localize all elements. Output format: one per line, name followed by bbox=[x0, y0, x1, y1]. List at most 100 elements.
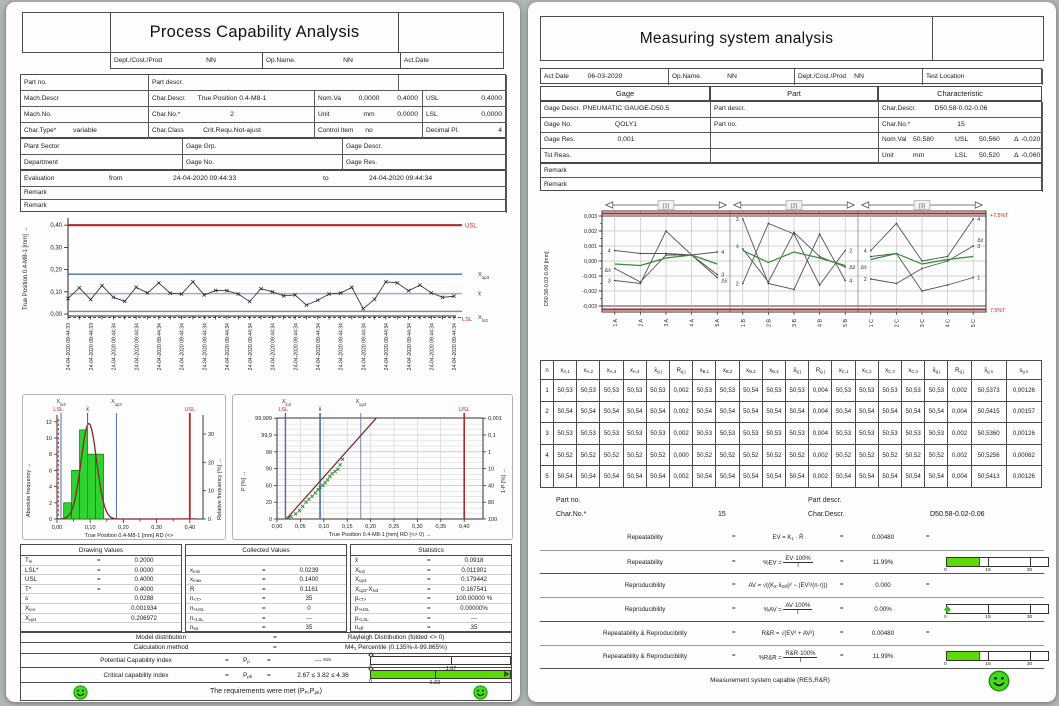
row-value: Rayleigh Distribution (folded <> 0) bbox=[291, 634, 501, 641]
calculation-method-row: Calculation method=M41 Percentile (0.135… bbox=[20, 643, 512, 654]
index-value: 2.67 ≤ 3.82 ≤ 4.36 bbox=[279, 672, 367, 679]
char-no-value: 15 bbox=[718, 511, 726, 518]
table-cell: 50,53 bbox=[832, 423, 855, 445]
capability-results-rows: Model distribution=Rayleigh Distribution… bbox=[20, 632, 512, 701]
table-cell: 50,54 bbox=[554, 466, 577, 488]
y-tick-label: 0,002 bbox=[584, 229, 597, 235]
analysis-label: Repeatability bbox=[560, 534, 730, 541]
equals-sign: = bbox=[267, 672, 271, 679]
table-cell: 50,5415 bbox=[971, 401, 1006, 423]
equals-sign: = bbox=[427, 595, 431, 602]
field-label: Unit bbox=[882, 152, 894, 159]
table-cell: 50,52 bbox=[762, 444, 785, 466]
probability-plot-frame: Xlo3Xup3LSLx̄USL02060909999,999,99910080… bbox=[232, 394, 513, 540]
data-marker bbox=[407, 289, 410, 292]
y-tick-label: 99,999 bbox=[255, 416, 272, 422]
x-tick-label: 24-04-2020 09:44:34 bbox=[134, 323, 140, 370]
table-cell: 0,002 bbox=[809, 444, 832, 466]
analysis-row: Reproducibility=AV = √((K2·x̄Diff)² − (E… bbox=[540, 573, 1044, 597]
table-row: 350,5350,5350,5350,5350,530,00250,5350,5… bbox=[541, 423, 1042, 445]
table-cell: 0,004 bbox=[809, 401, 832, 423]
field-value: PNEUMATIC GAUGE-D50.5 bbox=[541, 105, 711, 112]
field-label: Mach.No. bbox=[24, 111, 52, 118]
model-distribution-row: Model distribution=Rayleigh Distribution… bbox=[20, 632, 512, 643]
y-tick-label: 0,000 bbox=[584, 259, 597, 265]
analysis-label: Reproducibility bbox=[560, 582, 730, 589]
gage-rr-analysis-rows: Repeatability=EV = K1 · R̄=0.00480=Repea… bbox=[540, 526, 1044, 692]
table-row: 150,5350,5350,5350,5350,530,00250,5350,5… bbox=[541, 380, 1042, 402]
stat-value: 0.0918 bbox=[439, 557, 509, 564]
analysis-value: 11.99% bbox=[848, 653, 918, 660]
bar-tick-label: 0 bbox=[944, 662, 954, 667]
column-header: xC,1 bbox=[832, 361, 855, 380]
field-value: variable bbox=[21, 127, 149, 134]
section-start-arrow-icon bbox=[862, 202, 869, 208]
y-tick-label: 40 bbox=[488, 483, 494, 489]
series-label: 2 bbox=[864, 277, 867, 283]
section-label: [2] bbox=[791, 204, 797, 210]
right-page-msa: Measuring system analysis Act Date06-03-… bbox=[528, 2, 1056, 702]
table-cell: 2 bbox=[541, 401, 554, 423]
table-cell: 50,52 bbox=[716, 444, 739, 466]
column-header: x̄g n bbox=[971, 361, 1006, 380]
table-cell: 50,53 bbox=[762, 380, 785, 402]
y-tick-label: 80 bbox=[488, 500, 494, 506]
table-cell: 50,54 bbox=[554, 401, 577, 423]
axis-label: 20 bbox=[208, 460, 214, 466]
stat-value: 0.179442 bbox=[439, 576, 509, 583]
char-descr-value: D50.58-0.02-0.06 bbox=[930, 511, 984, 518]
data-line bbox=[68, 282, 454, 309]
stat-value: 0.2000 bbox=[109, 557, 179, 564]
table-cell: 50,54 bbox=[693, 466, 716, 488]
axis-label: 0 bbox=[49, 517, 52, 523]
analysis-value: 11.99% bbox=[848, 559, 918, 566]
y-tick-label: 90 bbox=[266, 467, 272, 473]
x-tick-label: 0,10 bbox=[85, 525, 96, 531]
y-tick-label: 99,9 bbox=[261, 433, 272, 439]
lsl-label: LSL bbox=[462, 317, 473, 323]
field-value: 4 bbox=[498, 127, 502, 134]
table-cell: 0,002 bbox=[809, 466, 832, 488]
series-label: 4 bbox=[849, 279, 852, 285]
info-cell: USL 0,4000 bbox=[423, 91, 507, 107]
lower-limit-label: 7,5%T bbox=[990, 308, 1006, 314]
field-label: Gage Grp. bbox=[186, 143, 216, 150]
field-label: Remark bbox=[24, 202, 47, 209]
delta-xbar-label: Δx̄ bbox=[605, 268, 612, 274]
info-cell: Char.ClassCrit.Requ.Not-ajust bbox=[149, 123, 315, 139]
stats-group: Collected Valuesxmin=0.0239xmax=0.1400R=… bbox=[185, 544, 347, 632]
axis-label: 1-P [%] → bbox=[501, 468, 507, 493]
gage-part-characteristic-table: Gage Descr.PNEUMATIC GAUGE-D50.5Part des… bbox=[540, 101, 1042, 191]
table-cell: 50,53 bbox=[902, 380, 925, 402]
table-cell: 50,54 bbox=[646, 466, 669, 488]
x-axis-title: True Position 0.4-M8-1 [mm] RD (<> 0) → bbox=[329, 532, 431, 538]
equals-sign: = bbox=[97, 586, 101, 593]
table-cell: 50,53 bbox=[786, 423, 809, 445]
table-cell: 50,52 bbox=[577, 444, 600, 466]
stats-row: Xlo40.001934 bbox=[21, 604, 181, 614]
series-label: 1 bbox=[977, 276, 980, 282]
upper-limit-label: +7,5%T bbox=[990, 213, 1009, 219]
table-cell: 50,52 bbox=[855, 444, 878, 466]
equals-sign: = bbox=[732, 534, 736, 540]
x-tick-label: 24-04-2020 09:44:34 bbox=[271, 323, 277, 370]
axis-label: Absolute frequency → bbox=[26, 463, 32, 517]
page-title: Process Capability Analysis bbox=[111, 13, 398, 52]
table-cell: 50,52 bbox=[925, 444, 948, 466]
info-cell: Plant Sector bbox=[21, 139, 183, 155]
report-viewer-background: Process Capability Analysis Dept./Cost./… bbox=[0, 0, 1059, 706]
field-value: D50.58-0.02-0.06 bbox=[879, 105, 1043, 112]
field-value: 0,4000 bbox=[481, 95, 502, 102]
axis-label: 8 bbox=[49, 452, 52, 458]
row-label: Potential Capability index bbox=[51, 657, 221, 664]
x-axis-title: True Position 0.4-M8-1 [mm] RD (<> bbox=[85, 533, 174, 539]
series-label: 3 bbox=[608, 279, 611, 285]
equals-sign: = bbox=[262, 624, 266, 631]
field-value: mm bbox=[913, 152, 924, 159]
column-header: x̄g j bbox=[786, 361, 809, 380]
table-cell: 50,53 bbox=[855, 380, 878, 402]
table-cell: 0,002 bbox=[670, 380, 693, 402]
equals-sign: = bbox=[732, 630, 736, 636]
field-label: USL bbox=[426, 95, 439, 102]
stats-row bbox=[186, 556, 346, 566]
